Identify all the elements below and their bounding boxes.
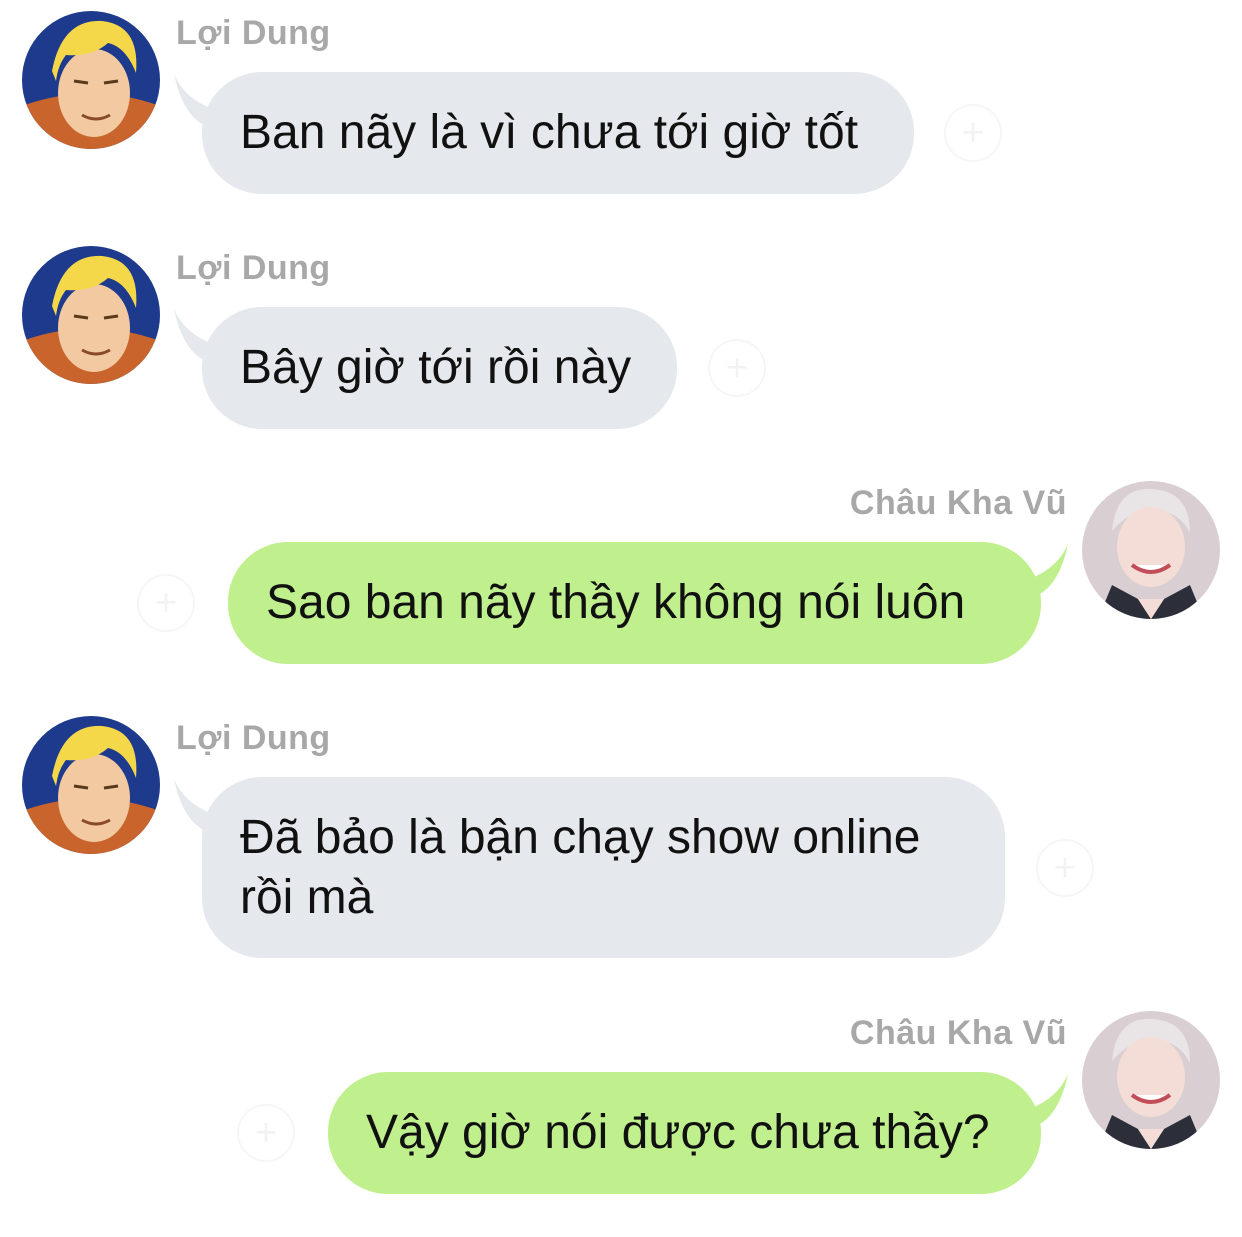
message-row: Lợi Dung Ban nãy là vì chưa tới giờ tốt … <box>0 0 1242 210</box>
message-text: Sao ban nãy thầy không nói luôn <box>266 576 966 629</box>
sender-name: Lợi Dung <box>176 14 331 52</box>
message-text: Bây giờ tới rồi này <box>240 341 632 394</box>
message-bubble[interactable]: Ban nãy là vì chưa tới giờ tốt <box>202 72 914 194</box>
photo-avatar-icon[interactable] <box>1082 1011 1220 1149</box>
cartoon-blond-man-avatar-icon[interactable] <box>22 11 160 149</box>
message-text: Đã bảo là bận chạy show online rồi mà <box>240 811 921 924</box>
message-text: Ban nãy là vì chưa tới giờ tốt <box>240 106 859 159</box>
message-row: Lợi Dung Bây giờ tới rồi này + <box>0 235 1242 445</box>
add-reaction-icon[interactable]: + <box>944 104 1002 162</box>
add-reaction-icon[interactable]: + <box>137 574 195 632</box>
cartoon-blond-man-avatar-icon[interactable] <box>22 246 160 384</box>
add-reaction-icon[interactable]: + <box>1036 839 1094 897</box>
message-row: Châu Kha Vũ Sao ban nãy thầy không nói l… <box>0 470 1242 680</box>
add-reaction-icon[interactable]: + <box>708 339 766 397</box>
sender-name: Lợi Dung <box>176 719 331 757</box>
sender-name: Châu Kha Vũ <box>849 1014 1067 1052</box>
add-reaction-icon[interactable]: + <box>237 1104 295 1162</box>
message-text: Vậy giờ nói được chưa thầy? <box>366 1106 990 1159</box>
photo-avatar-icon[interactable] <box>1082 481 1220 619</box>
sender-name: Châu Kha Vũ <box>849 484 1067 522</box>
cartoon-blond-man-avatar-icon[interactable] <box>22 716 160 854</box>
message-row: Lợi Dung Đã bảo là bận chạy show online … <box>0 705 1242 970</box>
chat-thread: Lợi Dung Ban nãy là vì chưa tới giờ tốt … <box>0 0 1242 1237</box>
message-bubble[interactable]: Sao ban nãy thầy không nói luôn <box>228 542 1041 664</box>
message-bubble[interactable]: Vậy giờ nói được chưa thầy? <box>328 1072 1041 1194</box>
message-row: Châu Kha Vũ Vậy giờ nói được chưa thầy? … <box>0 1000 1242 1210</box>
message-bubble[interactable]: Bây giờ tới rồi này <box>202 307 677 429</box>
message-bubble[interactable]: Đã bảo là bận chạy show online rồi mà <box>202 777 1005 958</box>
sender-name: Lợi Dung <box>176 249 331 287</box>
